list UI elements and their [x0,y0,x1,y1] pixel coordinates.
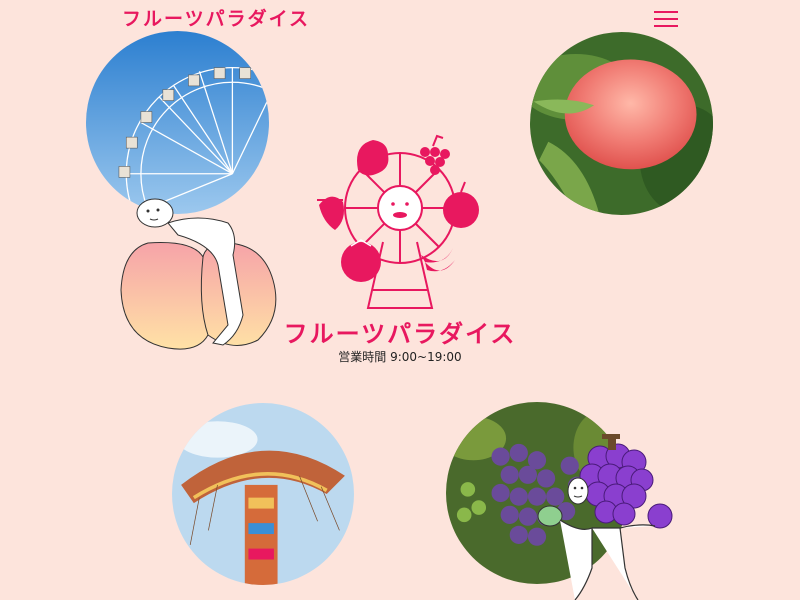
hero-title: フルーツパラダイス [283,320,517,348]
peach-character-illustration [120,198,277,350]
business-hours: 営業時間 9:00~19:00 [338,350,462,364]
peach-photo [530,32,713,215]
hamburger-menu-icon[interactable] [654,6,680,32]
grape-character-illustration [537,434,673,600]
fruits-paradise-logo-icon [317,134,479,309]
swing-ride-photo [172,403,354,585]
ferris-wheel-photo [86,31,269,214]
header-logo[interactable]: フルーツパラダイス [122,4,310,31]
